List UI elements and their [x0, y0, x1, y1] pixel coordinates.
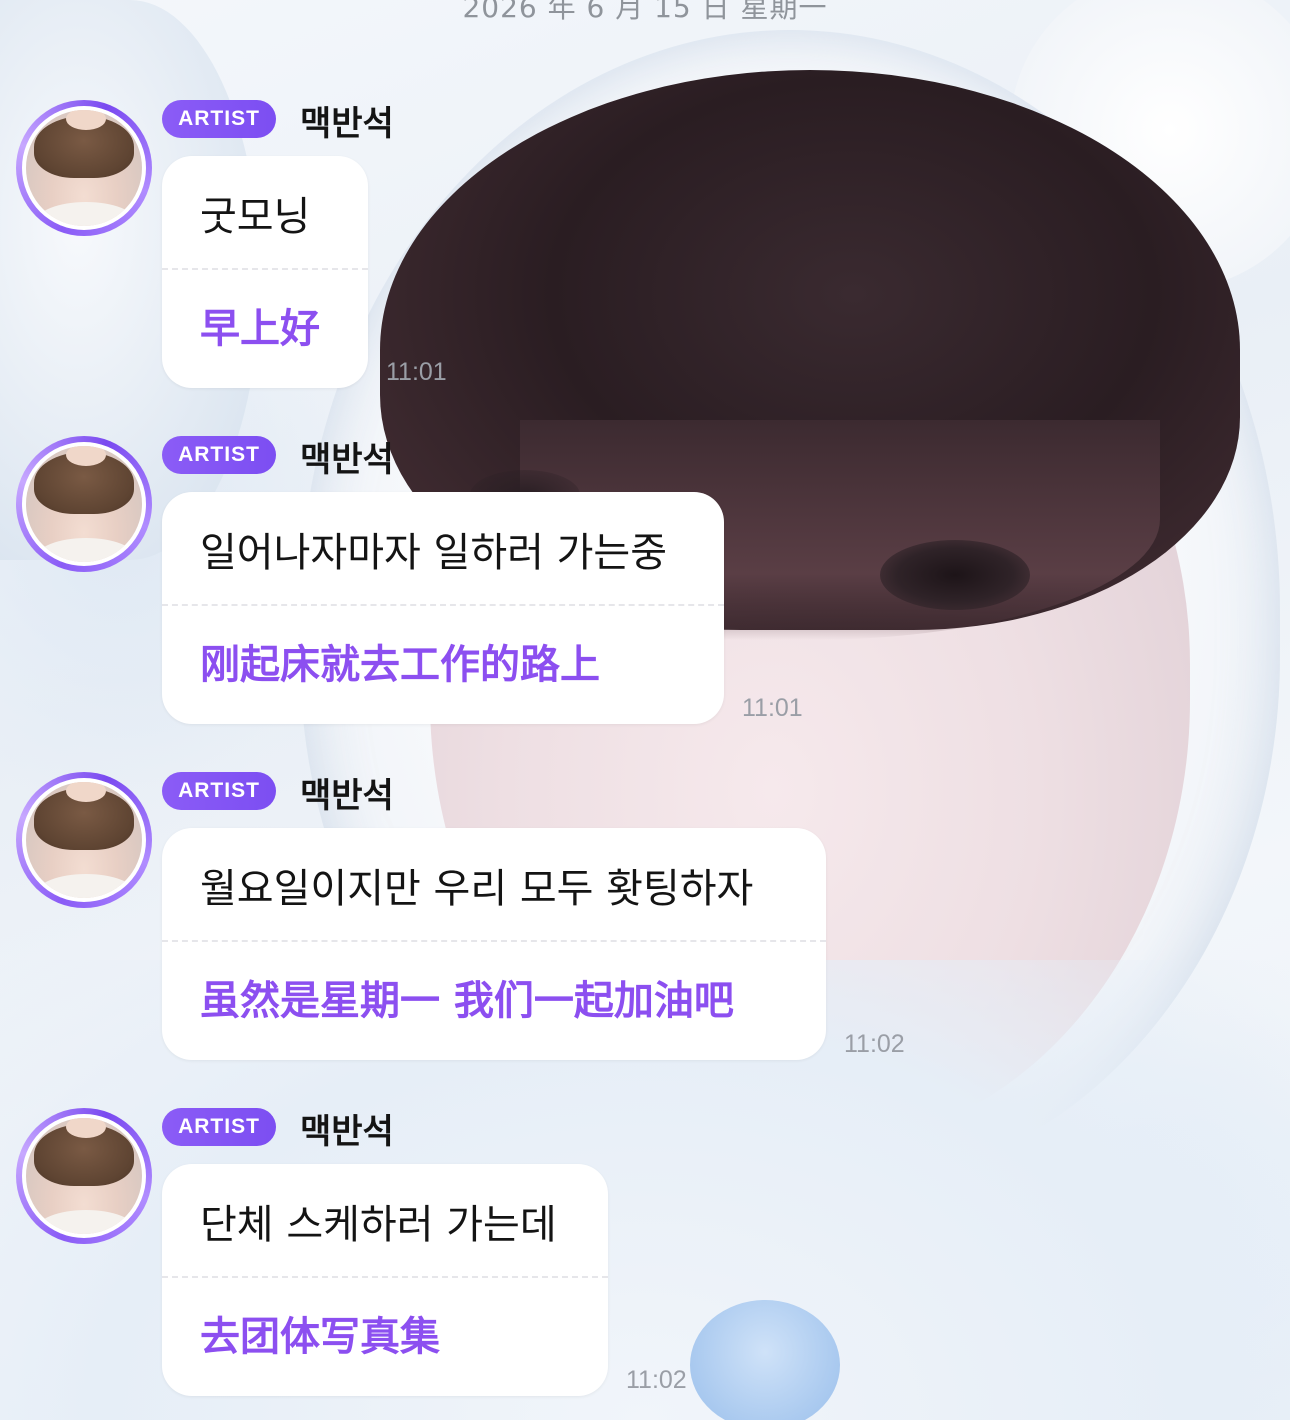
- message-text-korean: 굿모닝: [200, 194, 311, 240]
- message-bubble[interactable]: 월요일이지만 우리 모두 홧팅하자 虽然是星期一 我们一起加油吧: [162, 828, 826, 1060]
- artist-badge: ARTIST: [162, 1108, 276, 1146]
- date-header: 2026 年 6 月 15 日 星期一: [462, 0, 828, 24]
- artist-avatar[interactable]: [16, 100, 152, 236]
- message-text-translation: 虽然是星期一 我们一起加油吧: [200, 978, 734, 1024]
- artist-avatar[interactable]: [16, 1108, 152, 1244]
- sender-name[interactable]: 맥반석: [300, 432, 394, 481]
- message-bubble[interactable]: 일어나자마자 일하러 가는중 刚起床就去工作的路上: [162, 492, 724, 724]
- message-text-korean: 월요일이지만 우리 모두 홧팅하자: [200, 866, 754, 912]
- sender-name[interactable]: 맥반석: [300, 1104, 394, 1153]
- artist-badge: ARTIST: [162, 100, 276, 138]
- message-text-korean: 일어나자마자 일하러 가는중: [200, 530, 668, 576]
- message-text-korean: 단체 스케하러 가는데: [200, 1202, 557, 1248]
- message-timestamp: 11:02: [844, 1030, 905, 1058]
- artist-avatar[interactable]: [16, 772, 152, 908]
- message-text-translation: 刚起床就去工作的路上: [200, 642, 600, 688]
- artist-badge: ARTIST: [162, 772, 276, 810]
- message-timestamp: 11:02: [626, 1366, 687, 1394]
- artist-badge: ARTIST: [162, 436, 276, 474]
- message-bubble[interactable]: 굿모닝 早上好: [162, 156, 368, 388]
- sender-name[interactable]: 맥반석: [300, 768, 394, 817]
- message-bubble[interactable]: 단체 스케하러 가는데 去团体写真集: [162, 1164, 608, 1396]
- sender-name[interactable]: 맥반석: [300, 96, 394, 145]
- message-text-translation: 去团体写真集: [200, 1314, 440, 1360]
- message-timestamp: 11:01: [386, 358, 447, 386]
- message-text-translation: 早上好: [200, 306, 320, 352]
- message-timestamp: 11:01: [742, 694, 803, 722]
- artist-avatar[interactable]: [16, 436, 152, 572]
